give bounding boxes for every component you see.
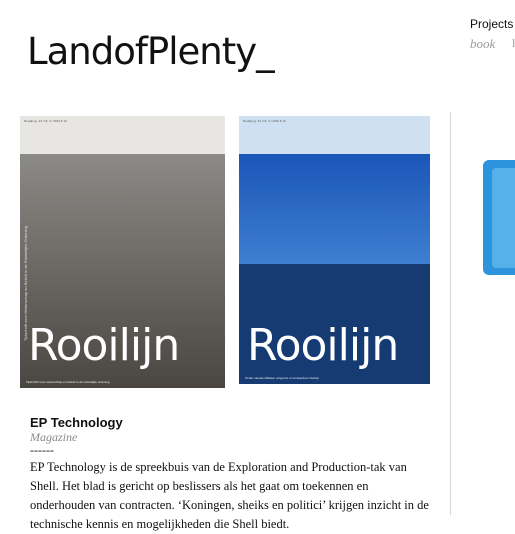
sky-photo	[239, 154, 430, 264]
project-description: EP Technology is de spreekbuis van de Ex…	[30, 460, 429, 531]
cover-title: Rooilijn	[28, 320, 180, 371]
project-rule: ------	[30, 443, 54, 457]
cover-image-1[interactable]: Rooilijn jg. 43 / Nr. 3 / 2010 € 10 Tijd…	[20, 116, 225, 388]
cover-strip-text: Rooilijn jg. 43 / Nr. 2 / 2010 € 10	[243, 119, 286, 123]
cover-caption: Onder nieuwe Alblaser volgvorm en Amster…	[245, 376, 320, 380]
nav-projects[interactable]: Projects	[470, 17, 513, 31]
cover-image-2[interactable]: Rooilijn jg. 43 / Nr. 2 / 2010 € 10 Rooi…	[239, 116, 430, 384]
project-title: EP Technology	[30, 415, 123, 430]
column-divider	[450, 112, 451, 515]
cover-title: Rooilijn	[247, 320, 399, 371]
cover-masthead: Rooilijn jg. 43 / Nr. 2 / 2010 € 10	[239, 116, 430, 154]
next-project-preview-inner	[492, 168, 515, 268]
cover-caption: Tijdschrift voor wetenschap en beleid in…	[26, 380, 110, 384]
cover-masthead: Rooilijn jg. 43 / Nr. 3 / 2010 € 10	[20, 116, 225, 154]
nav-book[interactable]: book	[470, 36, 495, 52]
site-logo[interactable]: LandofPlenty_	[27, 33, 275, 70]
cover-strip-text: Rooilijn jg. 43 / Nr. 3 / 2010 € 10	[24, 119, 67, 123]
